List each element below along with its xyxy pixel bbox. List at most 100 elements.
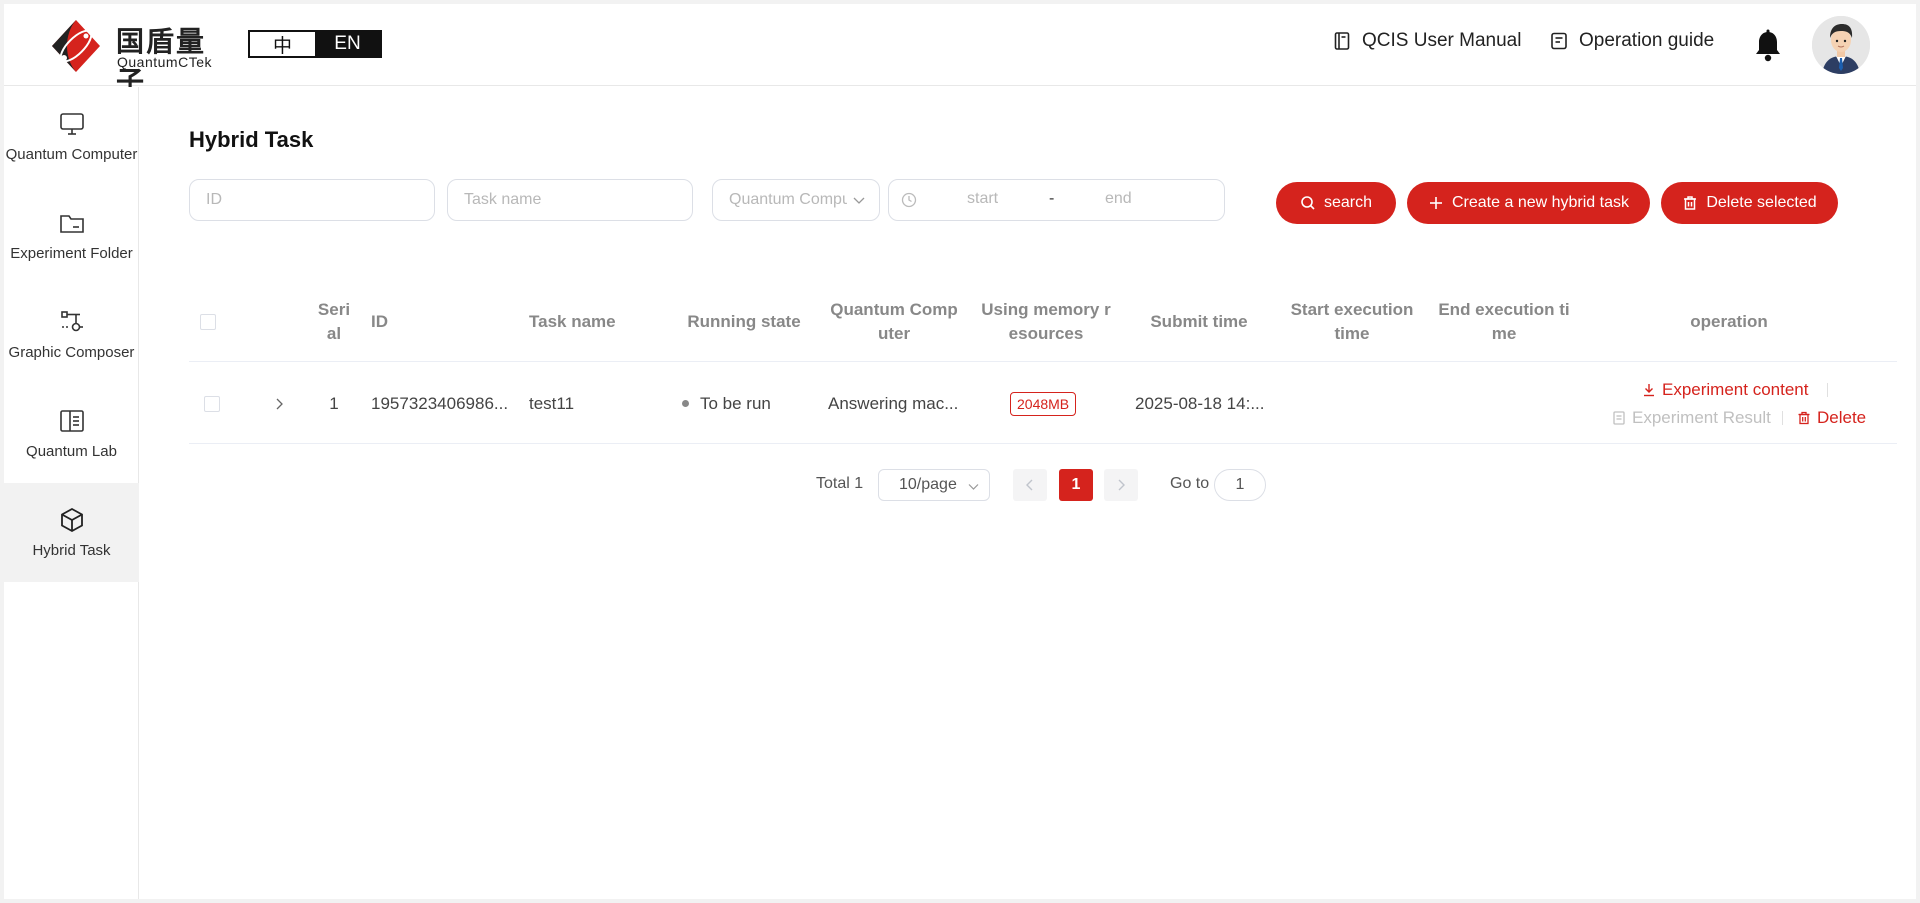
experiment-result-label: Experiment Result bbox=[1632, 408, 1771, 427]
search-icon bbox=[1301, 196, 1315, 210]
cell-memory: 2048MB bbox=[1010, 363, 1077, 444]
guide-document-icon bbox=[1551, 32, 1567, 50]
select-all-checkbox[interactable] bbox=[200, 314, 216, 330]
sidebar-item-graphic-composer[interactable]: Graphic Composer bbox=[4, 285, 139, 384]
goto-label: Go to bbox=[1170, 475, 1210, 492]
quantum-computer-placeholder: Quantum Compu bbox=[729, 191, 847, 208]
app-frame: 国盾量子 QuantumCTek 中 EN QCIS User Manual O… bbox=[4, 4, 1916, 899]
chevron-right-icon[interactable] bbox=[274, 398, 284, 410]
user-manual-label: QCIS User Manual bbox=[1362, 30, 1522, 51]
plus-icon bbox=[1430, 197, 1442, 209]
header-submit-time: Submit time bbox=[1150, 312, 1248, 331]
bell-icon[interactable] bbox=[1752, 29, 1784, 63]
id-input[interactable]: ID bbox=[189, 179, 435, 221]
sidebar-item-quantum-computer[interactable]: Quantum Computer bbox=[4, 87, 139, 186]
lang-zh-button[interactable]: 中 bbox=[250, 32, 315, 57]
main-content: Hybrid Task ID Task name Quantum Compu s… bbox=[140, 87, 1916, 899]
op-divider bbox=[1827, 383, 1828, 397]
table-row: 1 1957323406986... test11 To be run Answ… bbox=[189, 363, 1897, 444]
pagination: Total 1 10/page 1 Go to 1 bbox=[140, 469, 1916, 501]
date-range-picker[interactable]: start - end bbox=[888, 179, 1225, 221]
op-divider bbox=[1782, 411, 1783, 425]
cell-running-state: To be run bbox=[682, 363, 771, 444]
operation-guide-label: Operation guide bbox=[1579, 30, 1715, 51]
lang-en-button[interactable]: EN bbox=[315, 32, 380, 56]
header-quantum-computer: Quantum Comp uter bbox=[830, 300, 958, 343]
header-end-time: End execution ti me bbox=[1438, 300, 1570, 343]
delete-label: Delete bbox=[1817, 408, 1867, 427]
header-serial: Seri al bbox=[317, 300, 351, 343]
clock-icon bbox=[901, 192, 917, 208]
avatar-person-icon bbox=[1812, 16, 1870, 74]
header-id: ID bbox=[371, 312, 388, 331]
manual-book-icon bbox=[1334, 32, 1350, 50]
sidebar-item-quantum-lab[interactable]: Quantum Lab bbox=[4, 384, 139, 483]
chevron-right-icon bbox=[1118, 479, 1125, 491]
row-checkbox[interactable] bbox=[204, 396, 220, 412]
delete-link[interactable]: Delete bbox=[1797, 408, 1866, 428]
header-running-state: Running state bbox=[687, 312, 801, 331]
cell-id: 1957323406986... bbox=[371, 393, 509, 413]
trash-icon bbox=[1684, 196, 1697, 210]
circuit-icon bbox=[60, 311, 83, 332]
running-state-text: To be run bbox=[700, 393, 771, 413]
page-size-select[interactable]: 10/page bbox=[878, 469, 990, 501]
book-open-icon bbox=[59, 410, 84, 432]
create-hybrid-task-button[interactable]: Create a new hybrid task bbox=[1407, 182, 1650, 224]
sidebar-item-label: Hybrid Task bbox=[32, 542, 111, 559]
cell-submit-time: 2025-08-18 14:... bbox=[1135, 393, 1265, 413]
task-name-placeholder: Task name bbox=[464, 191, 542, 208]
quantum-computer-select[interactable]: Quantum Compu bbox=[712, 179, 880, 221]
end-date-input[interactable]: end bbox=[1105, 190, 1132, 208]
task-name-input[interactable]: Task name bbox=[447, 179, 693, 221]
header-memory: Using memory r esources bbox=[981, 300, 1111, 343]
sidebar-item-label: Graphic Composer bbox=[8, 344, 135, 361]
download-icon bbox=[1644, 384, 1654, 397]
experiment-content-label: Experiment content bbox=[1662, 380, 1809, 399]
folder-icon bbox=[59, 215, 84, 233]
language-switch: 中 EN bbox=[248, 30, 382, 58]
create-button-label: Create a new hybrid task bbox=[1452, 194, 1629, 211]
pagination-total: Total 1 bbox=[816, 475, 864, 492]
top-header: 国盾量子 QuantumCTek 中 EN QCIS User Manual O… bbox=[4, 4, 1916, 98]
header-start-time: Start execution time bbox=[1290, 300, 1414, 343]
sidebar-item-label: Quantum Lab bbox=[26, 443, 117, 460]
header-operation: operation bbox=[1690, 312, 1768, 331]
sidebar-item-experiment-folder[interactable]: Experiment Folder bbox=[4, 186, 139, 285]
search-button-label: search bbox=[1323, 194, 1373, 211]
id-placeholder: ID bbox=[206, 191, 222, 208]
experiment-content-link[interactable]: Experiment content bbox=[1642, 380, 1808, 400]
logo[interactable]: 国盾量子 QuantumCTek bbox=[48, 16, 228, 98]
next-page-button[interactable] bbox=[1104, 469, 1138, 501]
logo-mark-icon bbox=[52, 20, 100, 72]
user-avatar[interactable] bbox=[1812, 16, 1870, 74]
sidebar-item-label: Quantum Computer bbox=[5, 146, 138, 163]
page-size-value: 10/page bbox=[899, 476, 957, 493]
chevron-left-icon bbox=[1026, 479, 1033, 491]
logo-text-en: QuantumCTek bbox=[117, 54, 212, 70]
page-number-current[interactable]: 1 bbox=[1059, 469, 1093, 501]
experiment-result-link[interactable]: Experiment Result bbox=[1612, 408, 1771, 428]
chevron-down-icon bbox=[968, 484, 979, 490]
search-button[interactable]: search bbox=[1276, 182, 1396, 224]
sidebar-item-hybrid-task[interactable]: Hybrid Task bbox=[4, 483, 139, 582]
cell-serial: 1 bbox=[329, 393, 339, 413]
document-icon bbox=[1613, 411, 1625, 425]
cell-task-name: test11 bbox=[529, 393, 575, 413]
delete-selected-label: Delete selected bbox=[1706, 194, 1817, 211]
sidebar: Quantum Computer Experiment Folder Graph… bbox=[4, 87, 139, 899]
user-manual-link[interactable]: QCIS User Manual bbox=[1332, 30, 1521, 52]
delete-selected-button[interactable]: Delete selected bbox=[1661, 182, 1838, 224]
status-dot bbox=[682, 400, 689, 407]
header-task-name: Task name bbox=[529, 312, 616, 331]
cube-icon bbox=[60, 507, 83, 533]
prev-page-button[interactable] bbox=[1013, 469, 1047, 501]
memory-badge: 2048MB bbox=[1010, 391, 1077, 416]
chevron-down-icon bbox=[853, 197, 865, 204]
cell-quantum-computer: Answering mac... bbox=[828, 393, 959, 413]
operation-guide-link[interactable]: Operation guide bbox=[1549, 30, 1714, 52]
goto-page-input[interactable]: 1 bbox=[1214, 469, 1266, 501]
start-date-input[interactable]: start bbox=[967, 190, 998, 208]
table-header: Seri al ID Task name Running state Quant… bbox=[189, 282, 1897, 362]
page-title: Hybrid Task bbox=[189, 127, 314, 152]
